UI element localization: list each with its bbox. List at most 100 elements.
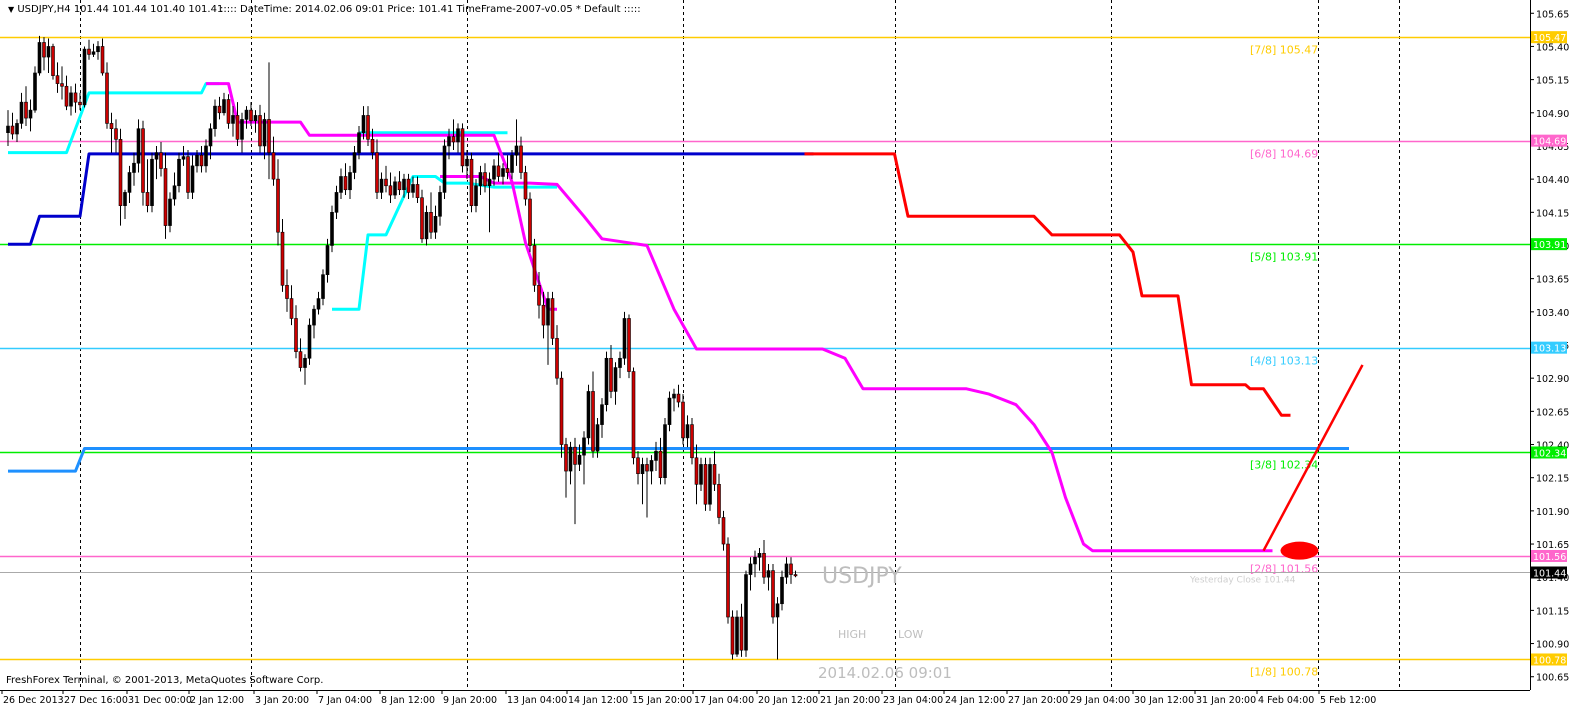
candle	[532, 238, 537, 292]
candle-body	[442, 145, 447, 193]
candle-body	[789, 563, 793, 575]
x-tick-label: 20 Jan 12:00	[758, 695, 818, 706]
candle-body	[42, 42, 46, 58]
candle-body	[685, 424, 690, 439]
candle-body	[753, 557, 757, 565]
candle-body	[780, 576, 784, 605]
candle-body	[537, 284, 541, 306]
candle-body	[694, 457, 699, 485]
candle-body	[127, 172, 132, 193]
candle-body	[771, 570, 775, 618]
candle-body	[330, 212, 334, 246]
candle	[627, 314, 631, 379]
x-tick-label: 4 Feb 04:00	[1258, 695, 1314, 706]
candle-body	[100, 46, 105, 74]
candle-body	[64, 85, 69, 107]
candle-body	[235, 115, 240, 140]
candle-body	[402, 178, 406, 191]
candle-body	[708, 464, 712, 505]
y-tick-label: 101.15	[1536, 606, 1569, 617]
level-price-tag: 103.13	[1531, 341, 1567, 355]
candle	[550, 291, 555, 345]
candle-body	[568, 446, 573, 472]
candle-body	[172, 185, 177, 200]
candle-body	[600, 404, 604, 425]
candle-body	[69, 92, 73, 107]
candle-body	[627, 318, 631, 372]
candle-body	[226, 99, 231, 124]
candle-body	[82, 48, 87, 106]
candle-body	[757, 553, 762, 558]
candle-body	[289, 298, 294, 319]
candle-body	[334, 192, 339, 213]
candle-body	[366, 115, 370, 140]
candle-body	[168, 198, 172, 226]
y-tick-label: 104.90	[1536, 109, 1569, 120]
level-price-tag-text: 103.91	[1533, 240, 1566, 251]
candle-body	[411, 184, 415, 193]
candle-body	[735, 616, 739, 655]
level-price-tag: 100.78	[1531, 653, 1567, 666]
candle-body	[663, 424, 667, 478]
candle-body	[154, 152, 159, 160]
candle-body	[514, 145, 519, 156]
candle-body	[298, 351, 303, 368]
candle-body	[19, 101, 24, 124]
collapse-triangle-icon[interactable]: ▼	[8, 5, 14, 14]
candle-body	[595, 424, 600, 452]
y-tick-label: 102.15	[1536, 474, 1569, 485]
candle-body	[573, 446, 577, 465]
price-chart[interactable]: [7/8] 105.47 [6/8] 104.69 [5/8] 103.91 [4/8…	[0, 0, 1596, 720]
candle-body	[276, 178, 280, 233]
candle-body	[415, 184, 420, 199]
level-price-tag-text: 105.47	[1533, 33, 1566, 44]
candle-body	[312, 308, 316, 326]
level-price-tag: 103.91	[1531, 238, 1567, 251]
y-tick-label: 104.40	[1536, 175, 1569, 186]
candle-body	[123, 192, 127, 206]
y-tick-label: 101.65	[1536, 540, 1569, 551]
x-tick-label: 17 Jan 04:00	[694, 695, 754, 706]
candle-body	[721, 517, 726, 545]
candle-body	[339, 176, 343, 193]
x-tick-label: 5 Feb 12:00	[1320, 695, 1376, 706]
candle-body	[658, 450, 663, 478]
y-tick-label: 105.65	[1536, 9, 1569, 20]
x-tick-label: 8 Jan 12:00	[381, 695, 435, 706]
candle-body	[33, 72, 37, 111]
candle-body	[55, 75, 60, 84]
candle-body	[307, 324, 312, 359]
candle-body	[510, 154, 514, 173]
datetime-watermark: 2014.02.06 09:01	[818, 664, 952, 682]
y-tick-label: 100.90	[1536, 640, 1569, 651]
candle-body	[163, 168, 168, 226]
candle-body	[465, 158, 469, 167]
candle	[82, 46, 87, 108]
murrey-level-label: [4/8] 103.13	[1250, 355, 1318, 368]
candle-body	[96, 46, 100, 53]
chart-window[interactable]: [7/8] 105.47 [6/8] 104.69 [5/8] 103.91 [4/8…	[0, 0, 1596, 720]
candle	[690, 417, 694, 465]
murrey-level-label: [1/8] 100.78	[1250, 666, 1318, 679]
candle-body	[91, 51, 96, 55]
low-watermark: LOW	[898, 628, 924, 641]
candle-body	[136, 128, 141, 164]
candle-body	[519, 145, 523, 173]
candle-body	[676, 393, 681, 403]
candle-body	[433, 215, 438, 233]
candle-body	[222, 99, 226, 114]
candle-body	[357, 132, 361, 153]
candle-body	[672, 393, 676, 399]
candle-body	[438, 192, 442, 217]
candle-body	[631, 371, 636, 459]
candle-body	[199, 154, 204, 167]
candle-body	[379, 178, 384, 193]
candle-body	[370, 139, 375, 153]
candle-body	[280, 231, 285, 286]
x-tick-label: 24 Jan 12:00	[945, 695, 1005, 706]
x-tick-label: 26 Dec 2013	[3, 695, 64, 706]
candle-body	[532, 245, 537, 286]
candle-body	[109, 123, 114, 130]
candle-body	[60, 83, 64, 87]
candle	[622, 311, 627, 365]
